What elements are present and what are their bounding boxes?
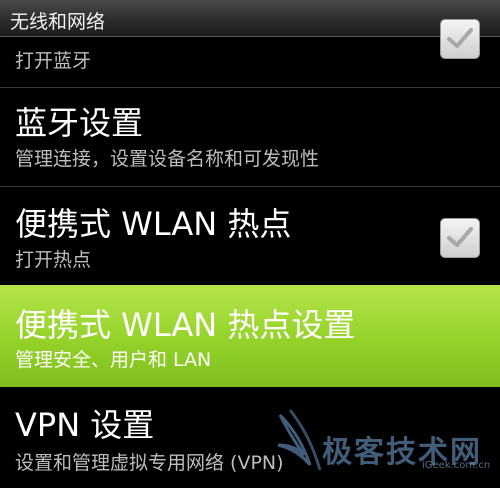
wlan-hotspot-settings-summary: 管理安全、用户和 LAN xyxy=(15,349,212,371)
list-item-vpn-settings[interactable]: VPN 设置 设置和管理虚拟专用网络 (VPN) xyxy=(0,387,500,488)
bluetooth-toggle-summary: 打开蓝牙 xyxy=(15,50,92,72)
page-title: 无线和网络 xyxy=(10,11,106,33)
list-item-wlan-hotspot-settings[interactable]: 便携式 WLAN 热点设置 管理安全、用户和 LAN xyxy=(0,285,500,387)
wlan-hotspot-summary: 打开热点 xyxy=(15,249,92,271)
list-item-bluetooth-toggle[interactable]: 打开蓝牙 xyxy=(0,19,500,87)
vpn-settings-label: VPN 设置 xyxy=(15,406,155,444)
wlan-hotspot-settings-label: 便携式 WLAN 热点设置 xyxy=(15,306,356,344)
vpn-settings-summary: 设置和管理虚拟专用网络 (VPN) xyxy=(15,452,284,474)
bluetooth-settings-summary: 管理连接，设置设备名称和可发现性 xyxy=(15,148,320,170)
bluetooth-settings-label: 蓝牙设置 xyxy=(15,104,144,142)
wlan-hotspot-label: 便携式 WLAN 热点 xyxy=(15,205,292,243)
checkmark-icon xyxy=(447,227,473,247)
list-item-bluetooth-settings[interactable]: 蓝牙设置 管理连接，设置设备名称和可发现性 xyxy=(0,88,500,186)
checkmark-icon xyxy=(447,28,473,48)
wlan-hotspot-checkbox[interactable] xyxy=(440,218,480,258)
list-item-wlan-hotspot[interactable]: 便携式 WLAN 热点 打开热点 xyxy=(0,187,500,285)
title-bar: 无线和网络 xyxy=(0,0,500,37)
bluetooth-checkbox[interactable] xyxy=(440,19,480,59)
